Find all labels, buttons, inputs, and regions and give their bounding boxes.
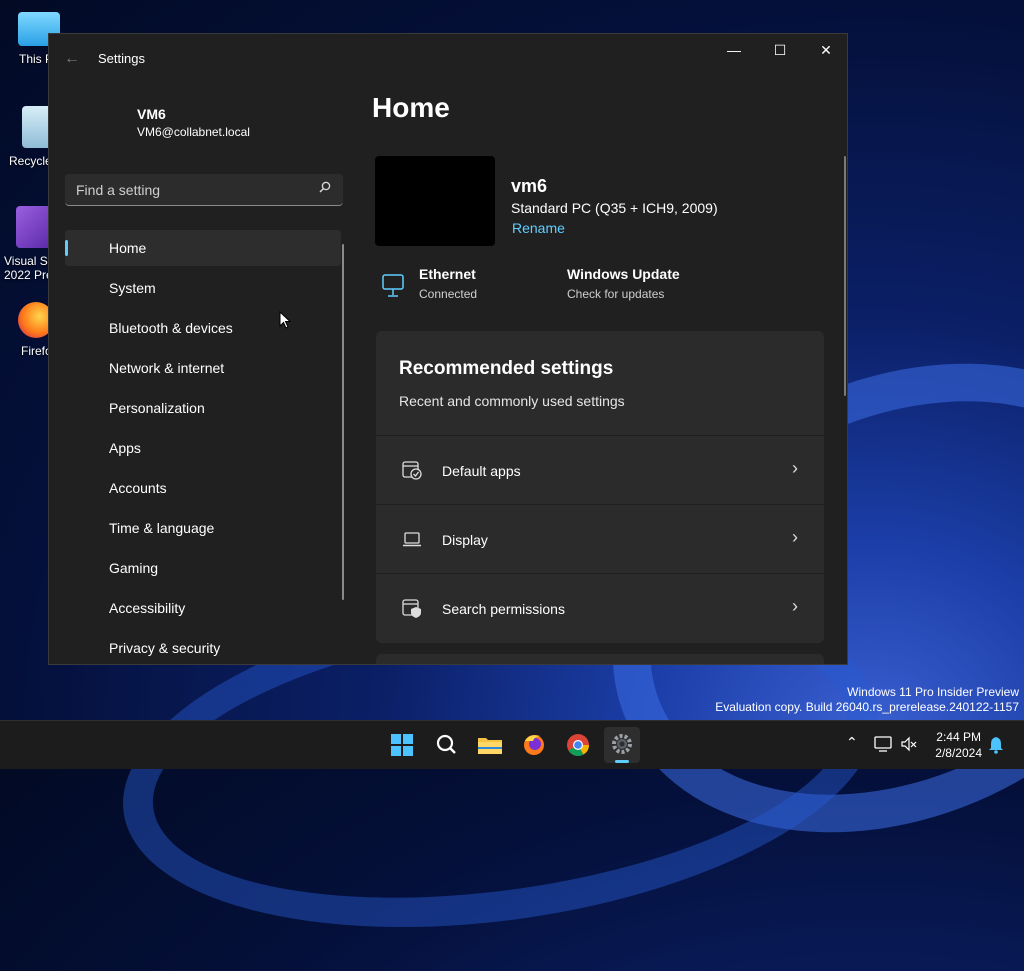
profile-email: VM6@collabnet.local (137, 125, 250, 139)
mouse-cursor-icon (279, 311, 291, 329)
profile-name[interactable]: VM6 (137, 106, 166, 122)
device-thumbnail (375, 156, 495, 246)
title-bar[interactable]: ← Settings — ☐ ✕ (49, 34, 847, 82)
window-title: Settings (98, 51, 145, 66)
sidebar-item-label: Gaming (109, 560, 159, 576)
start-button[interactable] (384, 727, 420, 763)
chevron-up-icon: ⌃ (846, 734, 858, 750)
ethernet-icon (382, 274, 404, 297)
next-card (376, 654, 824, 664)
volume-muted-icon[interactable] (900, 736, 918, 752)
recommended-row-display[interactable]: Display › (376, 504, 824, 573)
sidebar-item-accounts[interactable]: Accounts (65, 470, 341, 506)
taskbar: ⌃ 2:44 PM 2/8/2024 (0, 720, 1024, 769)
search-permissions-icon (402, 599, 421, 618)
chevron-right-icon: › (792, 596, 798, 616)
ethernet-subtitle: Connected (419, 287, 478, 301)
chrome-icon (567, 734, 589, 756)
sidebar-item-system[interactable]: System (65, 270, 341, 306)
sidebar-item-label: System (109, 280, 156, 296)
ethernet-title: Ethernet (419, 266, 476, 282)
close-button[interactable]: ✕ (803, 34, 847, 66)
sidebar-item-time-language[interactable]: Time & language (65, 510, 341, 546)
default-apps-icon (402, 461, 422, 480)
recommended-row-search-permissions[interactable]: Search permissions › (376, 573, 824, 642)
chrome-taskbar-button[interactable] (560, 727, 596, 763)
recommended-row-label: Display (442, 532, 488, 548)
settings-window: ← Settings — ☐ ✕ VM6 VM6@collabnet.local… (48, 33, 848, 665)
maximize-button[interactable]: ☐ (757, 34, 803, 66)
firefox-icon (524, 735, 544, 755)
search-input[interactable]: Find a setting (65, 174, 343, 206)
search-icon (436, 734, 456, 754)
sidebar-item-label: Apps (109, 440, 141, 456)
recommended-row-label: Default apps (442, 463, 521, 479)
sidebar-item-label: Privacy & security (109, 640, 221, 656)
minimize-button[interactable]: — (711, 34, 757, 66)
clock-time: 2:44 PM (936, 730, 981, 744)
chevron-right-icon: › (792, 458, 798, 478)
laptop-display-icon (403, 532, 421, 547)
active-app-indicator (615, 760, 629, 763)
sidebar-item-home[interactable]: Home (65, 230, 341, 266)
sidebar-item-personalization[interactable]: Personalization (65, 390, 341, 426)
settings-icon (612, 734, 632, 754)
chevron-right-icon: › (792, 527, 798, 547)
sidebar-item-bluetooth-devices[interactable]: Bluetooth & devices (65, 310, 341, 346)
clock-date: 2/8/2024 (935, 746, 982, 760)
sidebar-item-accessibility[interactable]: Accessibility (65, 590, 341, 626)
back-arrow-icon[interactable]: ← (61, 48, 83, 70)
sidebar-item-label: Time & language (109, 520, 215, 536)
file-explorer-icon (478, 738, 502, 754)
taskbar-search-button[interactable] (428, 727, 464, 763)
windows-update-title: Windows Update (567, 266, 680, 282)
recommended-title: Recommended settings (399, 358, 614, 379)
visual-studio-icon (16, 206, 52, 248)
windows-update-subtitle: Check for updates (567, 287, 665, 301)
watermark-line2: Evaluation copy. Build 26040.rs_prerelea… (715, 700, 1019, 714)
settings-taskbar-button[interactable] (604, 727, 640, 763)
network-icon[interactable] (874, 736, 892, 752)
sidebar-nav: Home System Bluetooth & devices Network … (65, 230, 341, 664)
taskbar-clock[interactable]: 2:44 PM 2/8/2024 (935, 729, 982, 761)
watermark-line1: Windows 11 Pro Insider Preview (847, 685, 1019, 699)
sidebar-scrollbar[interactable] (342, 244, 344, 600)
search-placeholder: Find a setting (76, 182, 161, 198)
start-icon (391, 734, 413, 756)
sidebar-item-label: Network & internet (109, 360, 225, 376)
sidebar-item-label: Accounts (109, 480, 167, 496)
sidebar-item-apps[interactable]: Apps (65, 430, 341, 466)
device-description: Standard PC (Q35 + ICH9, 2009) (511, 200, 718, 216)
device-name: vm6 (511, 176, 548, 196)
recommended-row-default-apps[interactable]: Default apps › (376, 435, 824, 504)
sidebar-item-label: Bluetooth & devices (109, 320, 233, 336)
sidebar-item-label: Personalization (109, 400, 205, 416)
recommended-row-label: Search permissions (442, 601, 565, 617)
recommended-subtitle: Recent and commonly used settings (399, 393, 625, 409)
notification-bell-icon[interactable] (988, 736, 1004, 754)
rename-link[interactable]: Rename (512, 220, 565, 236)
sidebar-item-label: Home (109, 240, 147, 256)
search-icon (319, 181, 331, 193)
sidebar-item-privacy-security[interactable]: Privacy & security (65, 630, 341, 664)
sidebar-item-gaming[interactable]: Gaming (65, 550, 341, 586)
main-scrollbar[interactable] (844, 156, 846, 396)
windows-watermark: Windows 11 Pro Insider Preview Evaluatio… (715, 685, 1019, 715)
sidebar-item-label: Accessibility (109, 600, 186, 616)
firefox-taskbar-button[interactable] (516, 727, 552, 763)
page-title: Home (372, 92, 450, 123)
recommended-settings-card: Recommended settings Recent and commonly… (376, 331, 824, 643)
sidebar-item-network-internet[interactable]: Network & internet (65, 350, 341, 386)
file-explorer-button[interactable] (472, 727, 508, 763)
active-indicator (65, 240, 68, 256)
